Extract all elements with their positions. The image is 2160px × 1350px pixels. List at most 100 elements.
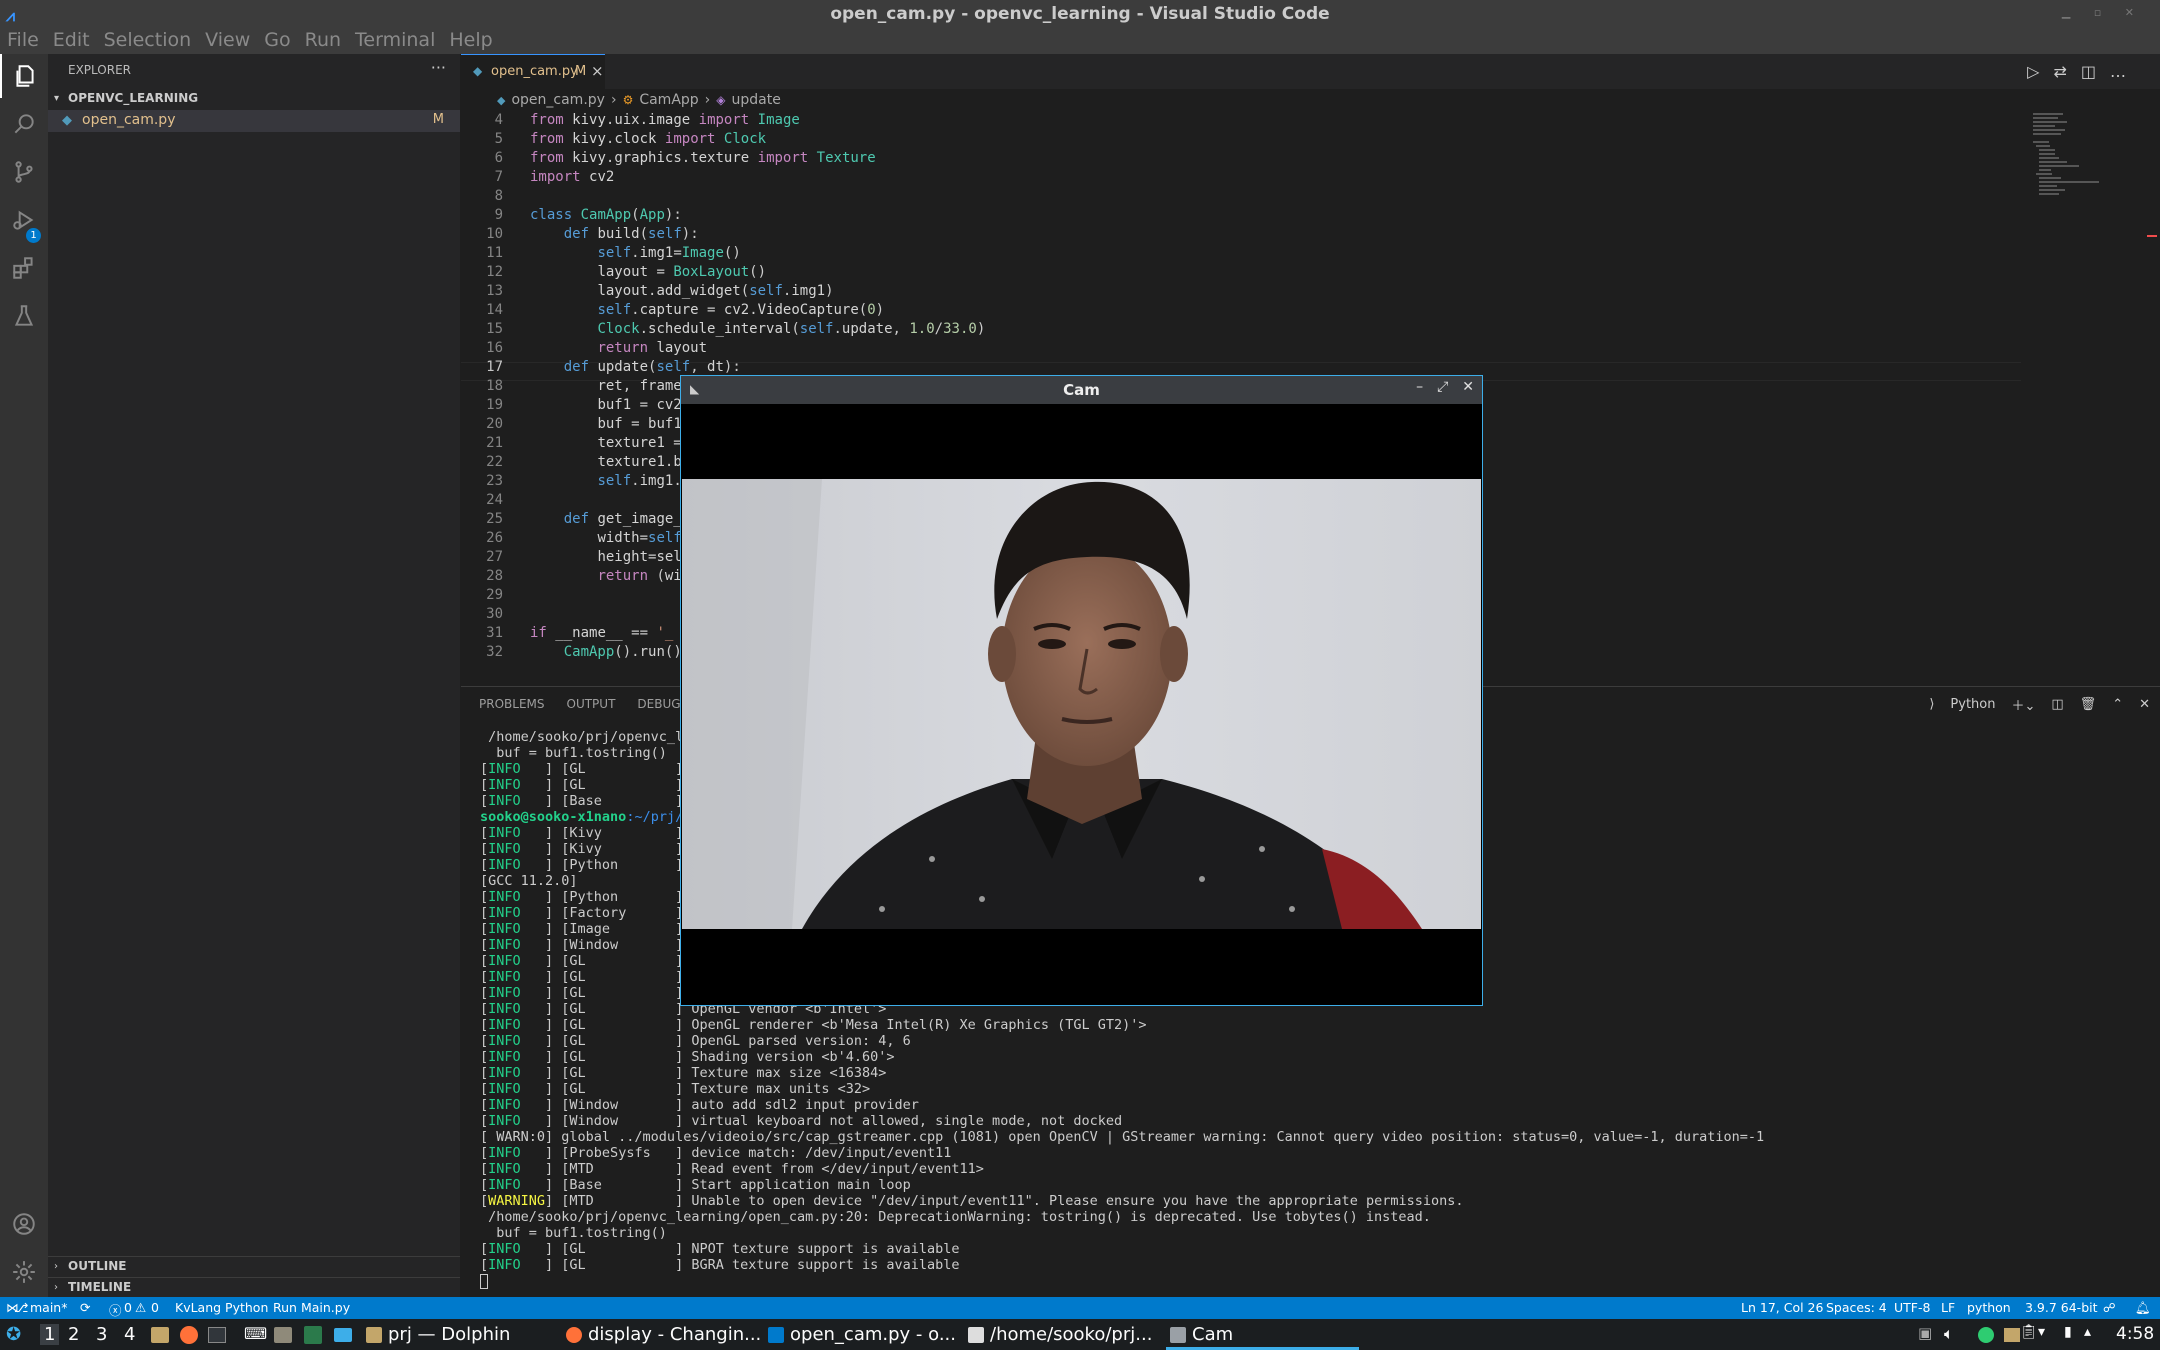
- task-firefox[interactable]: display - Changin...: [566, 1321, 761, 1348]
- outline-section[interactable]: › OUTLINE: [48, 1256, 460, 1277]
- extensions-icon[interactable]: [0, 246, 48, 290]
- menu-selection[interactable]: Selection: [97, 28, 199, 52]
- task-vscode[interactable]: open_cam.py - o...: [768, 1321, 956, 1348]
- terminal-launcher-icon[interactable]: [208, 1327, 226, 1343]
- run-debug-icon[interactable]: [0, 198, 48, 242]
- cam-window-titlebar[interactable]: ◣ Cam – ⤢ ✕: [681, 376, 1482, 404]
- desktop-4[interactable]: 4: [124, 1324, 135, 1345]
- line-number: 23: [486, 473, 503, 489]
- notifications-icon[interactable]: 🔔︎: [2135, 1300, 2151, 1316]
- task-editor[interactable]: /home/sooko/prj...: [968, 1321, 1152, 1348]
- menu-view[interactable]: View: [198, 28, 257, 52]
- minimize-icon[interactable]: –: [1416, 379, 1423, 395]
- testing-icon[interactable]: [0, 294, 48, 338]
- tab-problems[interactable]: PROBLEMS: [479, 697, 545, 711]
- close-panel-icon[interactable]: ✕: [2139, 697, 2150, 712]
- kvlang-status[interactable]: KvLang Python: [175, 1300, 268, 1315]
- source-control-icon[interactable]: [0, 150, 48, 194]
- python-interpreter[interactable]: 3.9.7 64-bit: [2025, 1300, 2098, 1315]
- clock[interactable]: 4:58: [2116, 1324, 2154, 1344]
- run-icon[interactable]: ▷: [2027, 62, 2053, 81]
- task-dolphin[interactable]: prj — Dolphin: [366, 1321, 510, 1348]
- terminal-name[interactable]: Python: [1950, 697, 1995, 712]
- code-text: self.img1.: [597, 473, 682, 489]
- line-ending[interactable]: LF: [1941, 1300, 1955, 1315]
- language-mode[interactable]: python: [1967, 1300, 2011, 1315]
- folder-launcher-icon[interactable]: [151, 1327, 169, 1343]
- folder-row[interactable]: ▾ OPENVC_LEARNING: [48, 88, 460, 110]
- text-editor-icon: [968, 1326, 984, 1343]
- tray-files-icon[interactable]: [2004, 1328, 2020, 1342]
- close-icon[interactable]: ×: [591, 62, 604, 80]
- python-file-icon: ◆: [473, 64, 483, 78]
- log-message: ] [GL ]: [520, 985, 684, 1001]
- tab-output[interactable]: OUTPUT: [567, 697, 616, 711]
- account-icon[interactable]: [0, 1202, 48, 1246]
- task-cam[interactable]: Cam: [1170, 1321, 1233, 1348]
- kill-terminal-icon[interactable]: 🗑: [2080, 697, 2097, 712]
- desktop-launcher-icon[interactable]: [334, 1328, 352, 1342]
- settings-gear-icon[interactable]: [0, 1250, 48, 1294]
- branch-name[interactable]: main*: [30, 1300, 67, 1315]
- line-number: 26: [486, 530, 503, 546]
- run-main-status[interactable]: Run Main.py: [273, 1300, 350, 1315]
- new-terminal-icon[interactable]: ＋⌄: [2011, 695, 2035, 714]
- encoding[interactable]: UTF-8: [1894, 1300, 1930, 1315]
- breadcrumb-method[interactable]: update: [732, 92, 781, 108]
- split-terminal-icon[interactable]: ◫: [2051, 697, 2063, 712]
- tray-status-icon[interactable]: [1978, 1327, 1994, 1343]
- volume-icon[interactable]: 🔈︎: [1944, 1324, 1954, 1344]
- maximize-panel-icon[interactable]: ⌃: [2112, 697, 2123, 712]
- log-message: ] [GL ] OpenGL renderer <b'Mesa Intel(R)…: [520, 1017, 1147, 1033]
- close-icon[interactable]: ✕: [1462, 379, 1474, 395]
- search-icon[interactable]: [0, 102, 48, 146]
- desktop-3[interactable]: 3: [96, 1324, 107, 1345]
- breadcrumb-file[interactable]: open_cam.py: [511, 92, 604, 108]
- warning-count[interactable]: 0: [151, 1300, 159, 1315]
- battery-icon[interactable]: ▮: [2064, 1324, 2072, 1340]
- split-editor-icon[interactable]: ◫: [2081, 62, 2110, 81]
- tray-expand-icon[interactable]: ▴: [2084, 1324, 2091, 1340]
- breadcrumb-separator-icon: ›: [610, 92, 617, 108]
- sync-icon[interactable]: ⟳: [80, 1300, 90, 1315]
- editor-scrollbar[interactable]: [2145, 111, 2159, 685]
- menu-terminal[interactable]: Terminal: [348, 28, 442, 52]
- pycharm-launcher-icon[interactable]: [304, 1326, 322, 1344]
- app-launcher-icon[interactable]: ✪: [6, 1324, 21, 1345]
- menu-file[interactable]: File: [0, 28, 46, 52]
- tray-app-icon[interactable]: ▣: [1918, 1324, 1932, 1342]
- menu-help[interactable]: Help: [442, 28, 499, 52]
- keyboard-launcher-icon[interactable]: ⌨: [244, 1324, 267, 1343]
- python-file-icon: ◆: [497, 93, 506, 107]
- feedback-icon[interactable]: ☍: [2103, 1300, 2116, 1315]
- more-actions-icon[interactable]: ···: [431, 58, 446, 77]
- file-item[interactable]: ◆ open_cam.py M: [48, 110, 460, 132]
- code-text: class CamApp(App):: [530, 207, 682, 223]
- wifi-icon[interactable]: ▾: [2038, 1324, 2045, 1340]
- clipboard-icon[interactable]: 📋︎: [2020, 1324, 2038, 1340]
- minimap[interactable]: [2030, 111, 2140, 201]
- menu-edit[interactable]: Edit: [46, 28, 97, 52]
- menu-run[interactable]: Run: [298, 28, 348, 52]
- task-firefox-label: display - Changin...: [588, 1324, 762, 1345]
- terminal-cursor-line[interactable]: [480, 1273, 2150, 1289]
- cursor-position[interactable]: Ln 17, Col 26: [1741, 1300, 1823, 1315]
- task-vscode-label: open_cam.py - o...: [790, 1324, 956, 1345]
- explorer-icon[interactable]: [0, 54, 48, 98]
- firefox-launcher-icon[interactable]: [180, 1326, 198, 1344]
- more-icon[interactable]: …: [2110, 62, 2140, 81]
- menu-go[interactable]: Go: [257, 28, 297, 52]
- files-launcher-icon[interactable]: [274, 1327, 292, 1343]
- tab-open-cam[interactable]: ◆ open_cam.py M ×: [461, 54, 605, 89]
- cam-window[interactable]: ◣ Cam – ⤢ ✕: [680, 375, 1483, 1006]
- editor-actions[interactable]: ▷⇄◫…: [2027, 62, 2140, 81]
- breadcrumb-class[interactable]: CamApp: [639, 92, 698, 108]
- compare-icon[interactable]: ⇄: [2053, 62, 2080, 81]
- desktop-2[interactable]: 2: [68, 1324, 79, 1345]
- error-count[interactable]: 0: [124, 1300, 132, 1315]
- timeline-section[interactable]: › TIMELINE: [48, 1277, 460, 1298]
- indent-setting[interactable]: Spaces: 4: [1826, 1300, 1887, 1315]
- desktop-1[interactable]: 1: [40, 1324, 60, 1345]
- window-controls[interactable]: ▁ ▫ ✕: [2062, 6, 2144, 19]
- maximize-icon[interactable]: ⤢: [1437, 379, 1448, 395]
